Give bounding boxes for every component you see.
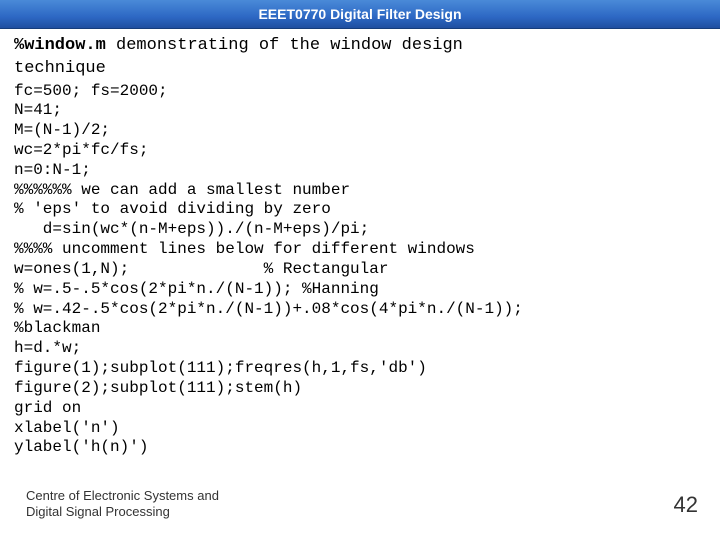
header-title: EEET0770 Digital Filter Design: [258, 6, 461, 22]
slide-title-line2: technique: [14, 58, 706, 79]
footer-line2: Digital Signal Processing: [26, 504, 219, 520]
footer-line1: Centre of Electronic Systems and: [26, 488, 219, 504]
footer: Centre of Electronic Systems and Digital…: [26, 488, 219, 521]
page-number: 42: [674, 492, 698, 518]
code-block: fc=500; fs=2000; N=41; M=(N-1)/2; wc=2*p…: [14, 82, 706, 459]
file-name: %window.m: [14, 36, 106, 55]
slide-header: EEET0770 Digital Filter Design: [0, 0, 720, 29]
slide-title: %window.m demonstrating of the window de…: [14, 35, 706, 56]
title-rest: demonstrating of the window design: [106, 36, 463, 55]
slide-content: %window.m demonstrating of the window de…: [0, 29, 720, 458]
